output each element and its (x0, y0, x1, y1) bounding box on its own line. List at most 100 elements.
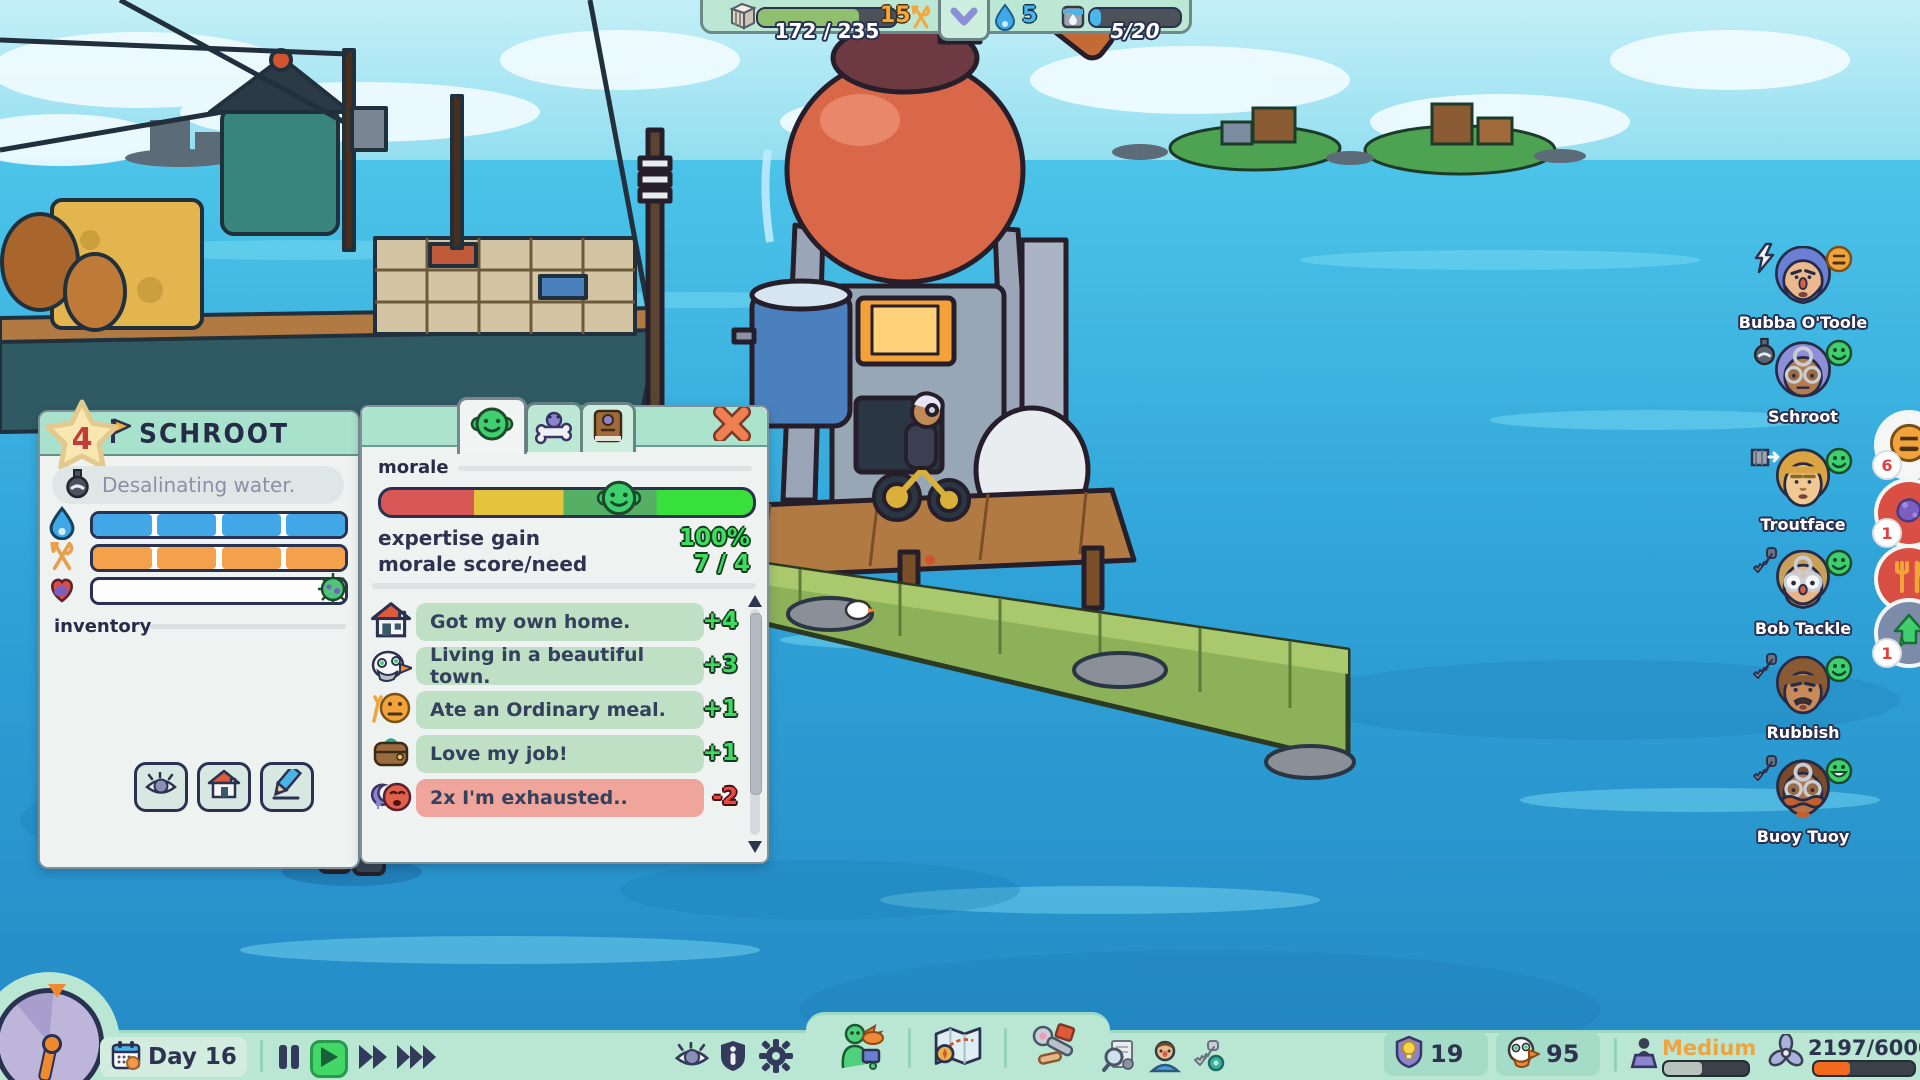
house-icon (207, 769, 241, 805)
play-button[interactable] (310, 1040, 348, 1078)
flask-icon (62, 467, 92, 504)
drifter-overview-button[interactable] (1146, 1040, 1184, 1076)
scroll-up-arrow[interactable] (748, 595, 762, 607)
crate-arrow-icon (1750, 444, 1782, 476)
food-count: 15 (880, 3, 911, 28)
seagulls-resource: 95 (1496, 1032, 1600, 1076)
settings-button[interactable] (756, 1040, 796, 1076)
morale-divider (458, 466, 752, 471)
tab-log[interactable] (580, 402, 636, 452)
scrap-bar (1812, 1060, 1916, 1077)
morale-score-row: morale score/need 7 / 4 (378, 551, 750, 577)
health-stat-row (46, 576, 350, 606)
water-stat-row (46, 510, 350, 540)
current-task: Desalinating water. (52, 466, 344, 504)
morale-modifier-row: Ate an Ordinary meal. +1 (370, 691, 758, 729)
morale-score-label: morale score/need (378, 552, 587, 576)
water-droplet-icon (992, 3, 1018, 35)
scroll-down-arrow[interactable] (748, 841, 762, 853)
close-x-icon (712, 407, 752, 445)
town-level-bar (1662, 1060, 1750, 1077)
saw-icon (1750, 546, 1780, 580)
game-screen: 172 / 235 15 5 5/20 (0, 0, 1920, 1080)
expertise-label: expertise gain (378, 526, 540, 550)
scrollbar-thumb[interactable] (750, 613, 762, 795)
lightbulb-icon (1394, 1035, 1424, 1073)
day-counter: Day 16 (100, 1037, 247, 1077)
map-icon (931, 1023, 985, 1073)
hud-collapse-button[interactable] (938, 0, 990, 41)
saw-gear-icon (1190, 1039, 1226, 1077)
happy-face-icon (1824, 446, 1854, 480)
scrap-count: 2197/6000 (1808, 1036, 1920, 1060)
list-divider (372, 583, 756, 589)
morale-marker-icon[interactable] (596, 477, 642, 523)
town-level-label: Medium (1662, 1036, 1756, 1060)
crate-icon (726, 1, 758, 35)
water-pour (765, 150, 770, 242)
roster-entry-troutface[interactable]: Troutface (1738, 448, 1868, 533)
roster-entry-schroot[interactable]: Schroot (1738, 340, 1868, 425)
roster-entry-rubbish[interactable]: Rubbish (1738, 656, 1868, 741)
utensils-icon (908, 4, 934, 34)
meal-face-icon (370, 689, 412, 733)
alert-count-badge: 1 (1872, 518, 1902, 548)
character-panel: SCHROOT 4 Desalinating water. (38, 410, 360, 869)
drifter-face-icon (1148, 1039, 1182, 1077)
close-button[interactable] (710, 409, 754, 443)
ideas-resource: 19 (1384, 1032, 1488, 1076)
fastest-forward-button[interactable] (394, 1042, 440, 1076)
eye-icon (673, 1042, 711, 1074)
tab-morale[interactable] (457, 397, 527, 454)
saw-icon (1750, 754, 1780, 788)
build-tools-icon (1027, 1022, 1081, 1074)
drifters-menu-button[interactable] (832, 1022, 892, 1074)
saw-icon (1750, 652, 1780, 686)
modifier-scrollbar[interactable] (748, 595, 762, 853)
flower (925, 555, 935, 565)
research-overlay-button[interactable] (1100, 1040, 1140, 1076)
info-shield-icon (718, 1039, 748, 1077)
eye-icon (144, 772, 178, 802)
house-icon (370, 601, 412, 645)
alert-count-badge: 6 (1872, 450, 1902, 480)
pause-button[interactable] (274, 1042, 304, 1076)
roster-name: Troutface (1738, 516, 1868, 533)
divider (1004, 1028, 1007, 1068)
expertise-row: expertise gain 100% (378, 525, 750, 551)
heart-icon (46, 574, 78, 608)
inventory-label: inventory (54, 616, 151, 637)
tab-work[interactable] (525, 402, 583, 452)
alert-count-badge: 1 (1872, 638, 1902, 668)
fastest-forward-icon (395, 1043, 439, 1075)
seagulls-count: 95 (1546, 1040, 1579, 1068)
divider (1614, 1038, 1617, 1072)
morale-modifier-value: +1 (703, 696, 738, 722)
map-menu-button[interactable] (928, 1022, 988, 1074)
statue-icon (1628, 1036, 1660, 1074)
info-button[interactable] (716, 1040, 750, 1076)
roster-name: Bob Tackle (1738, 620, 1868, 637)
rename-button[interactable] (260, 762, 314, 812)
roster-name: Schroot (1738, 408, 1868, 425)
water-tank-icon (1058, 1, 1088, 35)
morale-bar (378, 487, 756, 518)
build-menu-button[interactable] (1024, 1022, 1084, 1074)
germ-icon (314, 570, 352, 612)
character-name: SCHROOT (139, 418, 289, 448)
morale-modifier-text: Living in a beautiful town. (416, 647, 704, 685)
crafting-overlay-button[interactable] (1188, 1040, 1228, 1076)
roster-entry-buoy-tuoy[interactable]: Buoy Tuoy (1738, 758, 1868, 845)
magnifier-blueprint-icon (1102, 1039, 1138, 1077)
morale-modifier-text: Love my job! (416, 735, 704, 773)
morale-modifier-text: Got my own home. (416, 603, 704, 641)
morale-modifier-value: +3 (703, 652, 738, 678)
fast-forward-button[interactable] (356, 1042, 390, 1076)
visibility-button[interactable] (672, 1042, 712, 1074)
ideas-count: 19 (1430, 1040, 1463, 1068)
roster-entry-bob-tackle[interactable]: Bob Tackle (1738, 550, 1868, 637)
follow-button[interactable] (134, 762, 188, 812)
home-button[interactable] (197, 762, 251, 812)
roster-entry-bubba[interactable]: Bubba O'Toole (1738, 246, 1868, 331)
roster-name: Rubbish (1738, 724, 1868, 741)
